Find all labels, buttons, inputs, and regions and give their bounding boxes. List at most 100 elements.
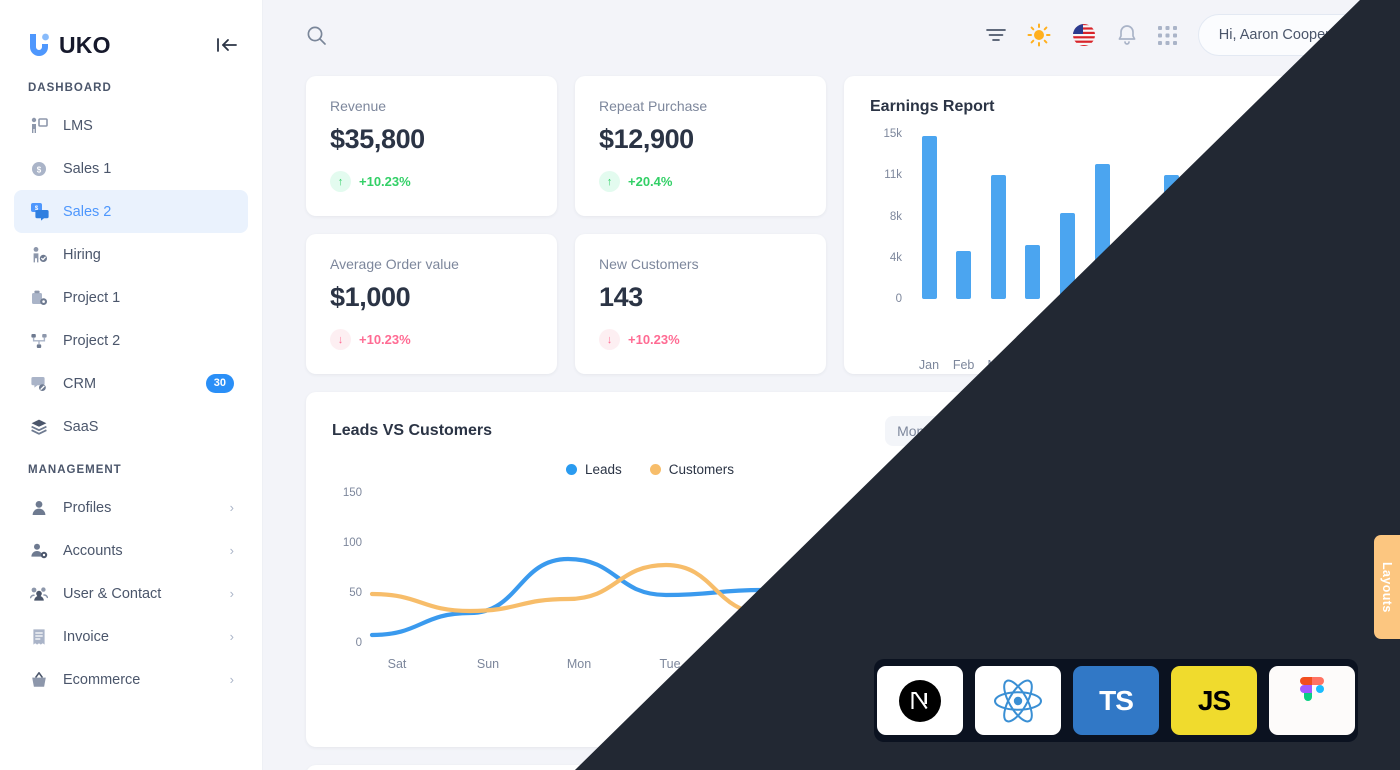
sun-light-mode-icon[interactable] <box>1027 23 1051 47</box>
stat-card-average-order-value: Average Order value $1,000 ↓ +10.23% <box>306 234 557 374</box>
nextjs-logo <box>899 679 941 722</box>
sidebar-item-sales-2[interactable]: $ Sales 2 <box>14 190 248 233</box>
earnings-bar-column <box>1260 134 1290 299</box>
earnings-title: Earnings Report <box>870 98 995 115</box>
earnings-period-select[interactable]: Month <box>1269 99 1331 115</box>
sidebar-item-user-contact[interactable]: User & Contact › <box>14 572 248 615</box>
brand-name: UKO <box>59 31 111 58</box>
leads-y-tick: 50 <box>349 587 362 599</box>
legend-label: Customers <box>668 462 735 477</box>
leads-x-tick: Wed <box>748 657 774 671</box>
earnings-bar-column <box>1053 134 1083 299</box>
search-icon[interactable] <box>306 25 327 46</box>
arrow-down-icon: ↓ <box>599 329 620 350</box>
sidebar-item-saas[interactable]: SaaS <box>14 405 248 448</box>
us-flag-icon[interactable] <box>1072 23 1096 47</box>
brand[interactable]: UKO <box>28 32 111 59</box>
tech-tile-javascript[interactable]: JS <box>1171 666 1257 735</box>
leads-line-leads <box>369 556 963 638</box>
stat-value: $1,000 <box>330 282 411 312</box>
leads-x-tick: Tue <box>659 657 681 671</box>
earnings-bar-column <box>1087 134 1117 299</box>
legend-item-customers: Customers <box>649 462 735 477</box>
earnings-y-tick: 8k <box>889 210 902 223</box>
sidebar-item-project-2[interactable]: Project 2 <box>14 319 248 362</box>
javascript-logo: JS <box>1197 684 1231 716</box>
user-menu[interactable]: Hi, Aaron Cooper <box>1197 14 1378 56</box>
earnings-x-tick: Feb <box>952 358 975 372</box>
chevron-right-icon: › <box>229 629 234 644</box>
tech-tile-figma[interactable] <box>1269 666 1355 735</box>
legend-label: Leads <box>584 462 622 477</box>
sales-chat-icon: $ <box>28 201 50 223</box>
earnings-bar-column <box>1156 134 1186 299</box>
project-nodes-icon <box>28 330 50 352</box>
collapse-sidebar-icon[interactable] <box>216 36 238 54</box>
layers-icon <box>28 416 50 438</box>
earnings-y-axis: 0 4k 8k 11k 15k <box>870 128 902 305</box>
topbar-actions: Hi, Aaron Cooper <box>985 14 1378 56</box>
project-box-icon <box>28 287 50 309</box>
sidebar-item-label: CRM <box>63 375 97 392</box>
earnings-bar-column <box>983 134 1013 299</box>
earnings-bar <box>1267 241 1283 299</box>
leads-x-tick: Mon <box>566 657 592 671</box>
tech-tile-typescript[interactable]: TS <box>1073 666 1159 735</box>
chevron-down-icon <box>1320 103 1331 111</box>
sidebar-item-accounts[interactable]: Accounts › <box>14 529 248 572</box>
stat-delta: ↓ +10.23% <box>599 329 802 350</box>
leads-period-select[interactable]: Month <box>885 416 968 446</box>
sidebar-item-crm[interactable]: CRM 30 <box>14 362 248 405</box>
earnings-y-tick: 11k <box>884 169 902 182</box>
earnings-bar <box>1198 214 1214 299</box>
bell-notification-icon[interactable] <box>1117 24 1137 46</box>
sidebar-item-label: Profiles <box>63 499 112 516</box>
stat-delta: ↓ +10.23% <box>330 329 533 350</box>
sidebar-item-project-1[interactable]: Project 1 <box>14 276 248 319</box>
earnings-bar <box>956 251 972 299</box>
stat-value: 143 <box>599 282 643 312</box>
sidebar-item-invoice[interactable]: Invoice › <box>14 615 248 658</box>
earnings-x-tick: Jun <box>1092 358 1113 372</box>
stat-title: Average Order value <box>330 256 459 272</box>
earnings-bar <box>1060 213 1075 299</box>
stat-delta-text: +10.23% <box>359 332 411 347</box>
leads-y-tick: 0 <box>355 637 362 649</box>
arrow-up-icon: ↑ <box>330 171 351 192</box>
sidebar-item-lms[interactable]: LMS <box>14 104 248 147</box>
lms-icon <box>28 115 50 137</box>
leads-header: Leads VS Customers Month <box>332 416 968 446</box>
leads-legend: Leads Customers <box>332 462 968 477</box>
sidebar-item-label: Hiring <box>63 246 101 263</box>
layouts-tab[interactable]: Layouts <box>1374 535 1400 639</box>
sidebar-header: UKO <box>0 0 262 66</box>
tech-tile-react[interactable] <box>975 666 1061 735</box>
bottom-card <box>306 765 1357 770</box>
earnings-x-tick: Oct <box>1230 358 1251 372</box>
chevron-right-icon: › <box>229 543 234 558</box>
leads-y-axis: 0 50 100 150 <box>332 487 366 649</box>
leads-period-label: Month <box>897 423 936 439</box>
stat-value: $12,900 <box>599 124 694 154</box>
filter-lines-icon[interactable] <box>985 27 1006 43</box>
legend-item-leads: Leads <box>565 462 622 477</box>
earnings-bar-column <box>949 134 979 299</box>
sidebar-item-label: Sales 1 <box>63 160 112 177</box>
arrow-up-icon: ↑ <box>599 171 620 192</box>
apps-grid-icon[interactable] <box>1157 25 1177 45</box>
figma-logo <box>1300 676 1324 701</box>
leads-line-chart <box>369 522 963 638</box>
sidebar-item-sales-1[interactable]: $ Sales 1 <box>14 147 248 190</box>
stat-card-new-customers: New Customers 143 ↓ +10.23% <box>575 234 826 374</box>
topbar: Hi, Aaron Cooper <box>263 0 1400 70</box>
sidebar-item-label: User & Contact <box>63 585 162 602</box>
sidebar-item-label: Ecommerce <box>63 671 141 688</box>
earnings-bar-column <box>1226 134 1256 299</box>
account-gear-icon <box>28 540 50 562</box>
sidebar-item-profiles[interactable]: Profiles › <box>14 486 248 529</box>
earnings-x-axis: Jan Feb Mar Apr May Jun Jul Aug Sep Oct Nov Dec <box>870 349 1331 372</box>
react-logo <box>994 679 1042 722</box>
sidebar-item-ecommerce[interactable]: Ecommerce › <box>14 658 248 701</box>
tech-tile-nextjs[interactable] <box>877 666 963 735</box>
sidebar-item-hiring[interactable]: Hiring <box>14 233 248 276</box>
